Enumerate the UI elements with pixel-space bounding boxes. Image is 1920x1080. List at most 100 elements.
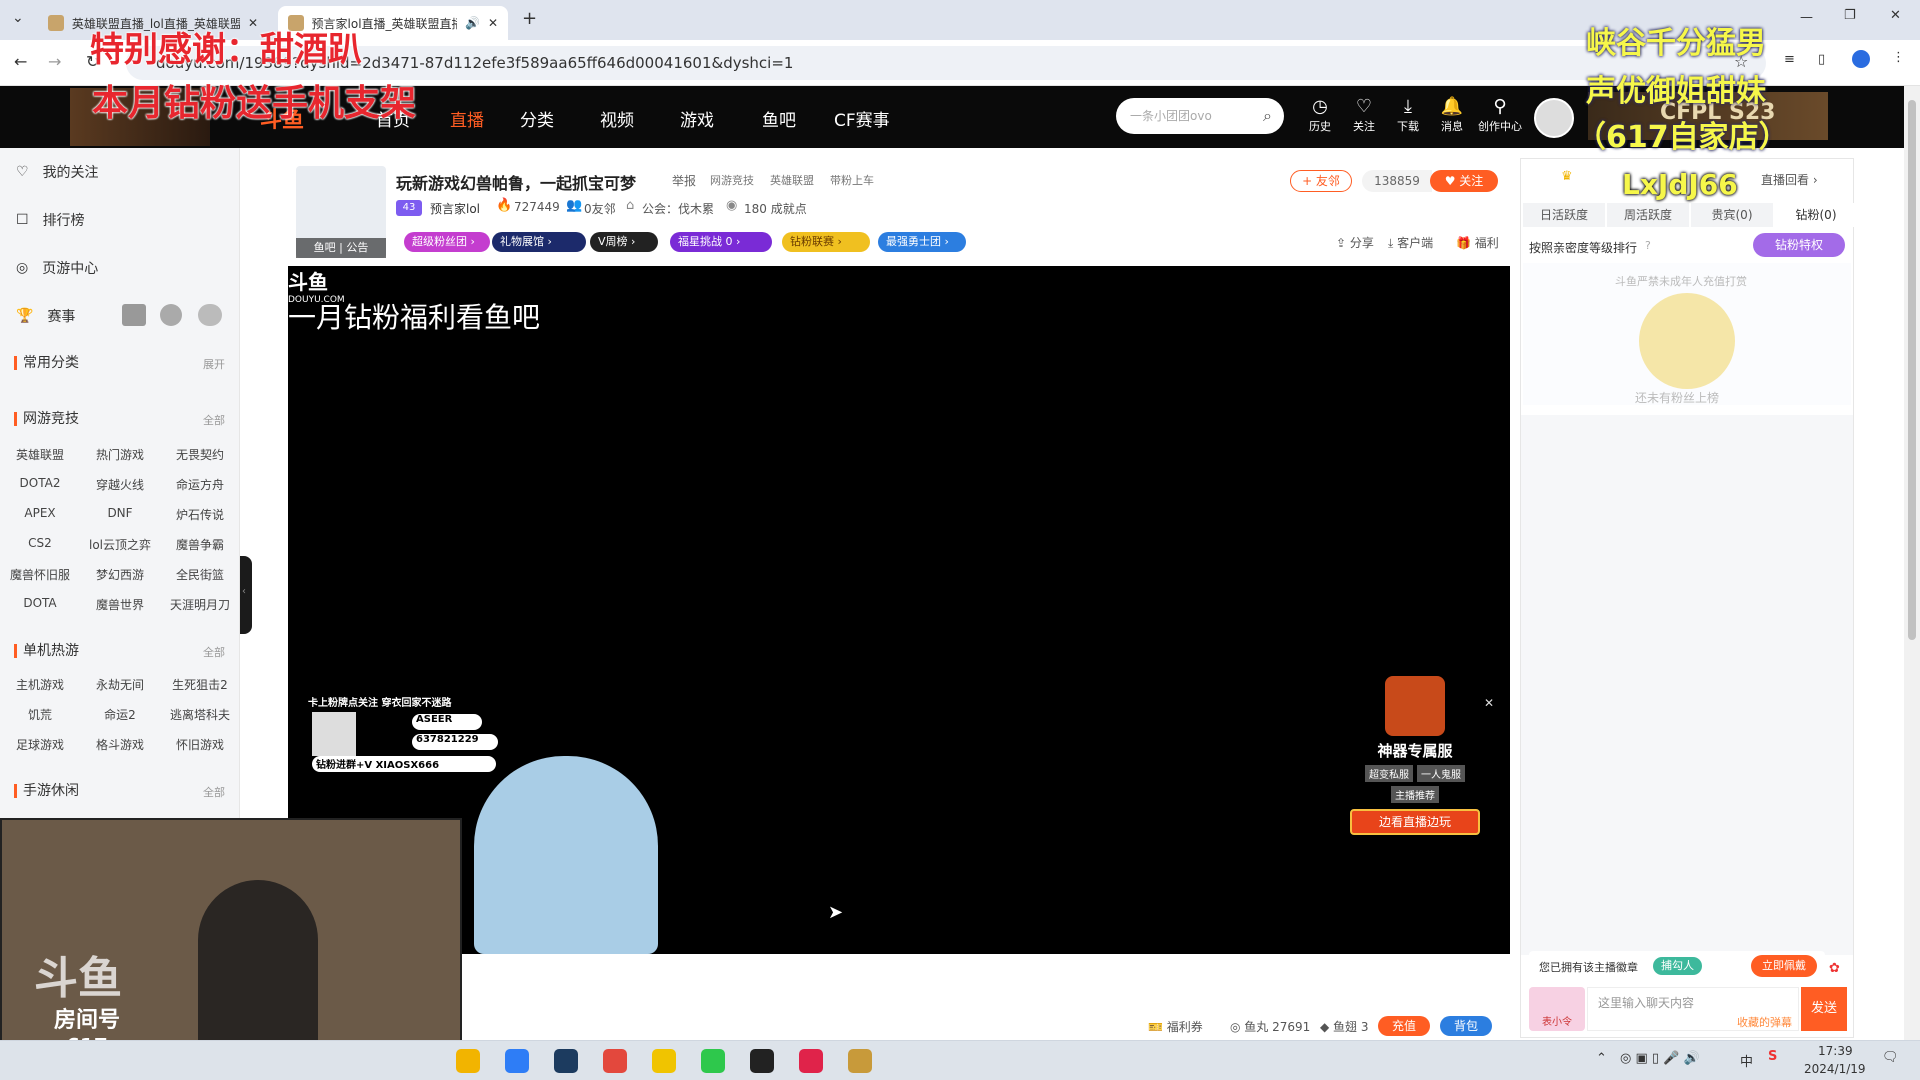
- tab-daily[interactable]: 日活跃度: [1523, 203, 1605, 227]
- expand-link[interactable]: 展开: [203, 356, 225, 372]
- sidepanel-icon[interactable]: ▯: [1818, 52, 1825, 67]
- report-link[interactable]: 举报: [672, 172, 696, 189]
- wear-now-button[interactable]: 立即佩戴: [1751, 955, 1817, 977]
- game-link[interactable]: 饥荒: [0, 706, 80, 723]
- stream-badge[interactable]: 福星挑战 0 ›: [670, 232, 772, 252]
- game-link[interactable]: DNF: [80, 506, 160, 520]
- search-icon[interactable]: ⌕: [1263, 98, 1272, 134]
- saved-danmaku-link[interactable]: 收藏的弹幕: [1737, 1014, 1792, 1030]
- nav-live[interactable]: 直播: [450, 106, 484, 131]
- notification-icon[interactable]: 🗨: [1882, 1050, 1899, 1065]
- game-link[interactable]: 生死狙击2: [160, 676, 240, 693]
- game-link[interactable]: 魔兽世界: [80, 596, 160, 613]
- new-tab-icon[interactable]: +: [522, 8, 537, 29]
- replay-link[interactable]: 直播回看 ›: [1761, 171, 1818, 188]
- game-link[interactable]: 怀旧游戏: [160, 736, 240, 753]
- game-link[interactable]: DOTA: [0, 596, 80, 610]
- stream-badge[interactable]: 钻粉联赛 ›: [782, 232, 870, 252]
- ad-close-icon[interactable]: ✕: [1484, 696, 1494, 710]
- nav-creator[interactable]: ⚲ 创作中心: [1476, 96, 1524, 134]
- page-scrollbar[interactable]: [1904, 86, 1920, 1040]
- game-link[interactable]: lol云顶之弈: [80, 536, 160, 553]
- nav-history[interactable]: ◷ 历史: [1300, 96, 1340, 134]
- game-link[interactable]: 命运2: [80, 706, 160, 723]
- restore-icon[interactable]: ❐: [1844, 8, 1856, 23]
- streamer-name[interactable]: 预言家lol: [430, 200, 480, 217]
- tab-vip[interactable]: 贵宾(0): [1691, 203, 1773, 227]
- game-link[interactable]: 热门游戏: [80, 446, 160, 463]
- taskbar-app-icon[interactable]: [848, 1049, 872, 1073]
- all-link[interactable]: 全部: [203, 412, 225, 428]
- stream-badge[interactable]: 最强勇士团 ›: [878, 232, 966, 252]
- guild-label[interactable]: 公会：伐木累: [642, 200, 714, 217]
- tray-chevron-icon[interactable]: ⌃: [1596, 1051, 1607, 1066]
- game-link[interactable]: 魔兽怀旧服: [0, 566, 80, 583]
- chat-input[interactable]: 这里输入聊天内容 收藏的弹幕: [1587, 987, 1799, 1031]
- sidebar-item-ranking[interactable]: ☐ 排行榜: [16, 210, 85, 230]
- search-input[interactable]: 一条小团团ovo ⌕: [1116, 98, 1284, 134]
- game-link[interactable]: APEX: [0, 506, 80, 520]
- taskbar-app-icon[interactable]: [750, 1049, 774, 1073]
- event-logo-icon[interactable]: [122, 304, 146, 326]
- avatar-tabs[interactable]: 鱼吧 | 公告: [296, 238, 386, 258]
- game-link[interactable]: 穿越火线: [80, 476, 160, 493]
- video-player[interactable]: 斗鱼 DOUYU.COM 一月钻粉福利看鱼吧 卡上粉牌点关注 穿衣回家不迷路 A…: [288, 266, 1510, 954]
- nav-video[interactable]: 视频: [600, 106, 634, 131]
- game-ad[interactable]: 神器专属服 超变私服 一人鬼服 主播推荐 边看直播边玩: [1350, 676, 1480, 846]
- breadcrumb-3[interactable]: 带粉上车: [830, 172, 874, 188]
- taskbar-app-icon[interactable]: [652, 1049, 676, 1073]
- nav-follow[interactable]: ♡ 关注: [1344, 96, 1384, 134]
- nav-messages[interactable]: 🔔 消息: [1432, 96, 1472, 134]
- nav-download[interactable]: ⤓ 下载: [1388, 96, 1428, 134]
- forward-icon[interactable]: →: [48, 52, 61, 71]
- nav-fishbar[interactable]: 鱼吧: [762, 106, 796, 131]
- breadcrumb-1[interactable]: 网游竞技: [710, 172, 754, 188]
- follow-button[interactable]: ♥ 关注: [1430, 170, 1498, 192]
- client-link[interactable]: ⤓ 客户端: [1388, 234, 1433, 251]
- game-link[interactable]: 格斗游戏: [80, 736, 160, 753]
- ime-icon[interactable]: S: [1768, 1049, 1777, 1064]
- sidebar-item-events[interactable]: 🏆 赛事: [16, 306, 75, 326]
- taskbar-app-icon[interactable]: [554, 1049, 578, 1073]
- game-link[interactable]: CS2: [0, 536, 80, 550]
- help-icon[interactable]: ?: [1645, 239, 1651, 252]
- game-link[interactable]: 炉石传说: [160, 506, 240, 523]
- recharge-button[interactable]: 充值: [1378, 1016, 1430, 1036]
- sidebar-item-webgames[interactable]: ◎ 页游中心: [16, 258, 98, 278]
- tab-list-chevron-icon[interactable]: ⌄: [12, 10, 24, 26]
- all-link[interactable]: 全部: [203, 644, 225, 660]
- taskbar-app-icon[interactable]: [505, 1049, 529, 1073]
- tab-close-icon[interactable]: ✕: [488, 16, 498, 30]
- back-icon[interactable]: ←: [14, 52, 27, 71]
- game-link[interactable]: 主机游戏: [0, 676, 80, 693]
- game-link[interactable]: 永劫无间: [80, 676, 160, 693]
- media-control-icon[interactable]: ≡: [1784, 52, 1795, 67]
- game-link[interactable]: 逃离塔科夫: [160, 706, 240, 723]
- tab-diamond[interactable]: 钻粉(0): [1775, 203, 1857, 227]
- game-link[interactable]: 梦幻西游: [80, 566, 160, 583]
- welfare-link[interactable]: 🎁 福利: [1456, 234, 1499, 251]
- game-link[interactable]: 天涯明月刀: [160, 596, 240, 613]
- share-link[interactable]: ⇪ 分享: [1336, 234, 1374, 251]
- add-friend-button[interactable]: + 友邻: [1290, 170, 1352, 192]
- input-language[interactable]: 中: [1740, 1051, 1753, 1070]
- event-logo-icon[interactable]: [160, 304, 182, 326]
- sidebar-collapse-button[interactable]: ‹: [240, 556, 252, 634]
- dota2-logo-icon[interactable]: [198, 304, 222, 326]
- sidebar-item-follow[interactable]: ♡ 我的关注: [16, 162, 99, 182]
- clock-date[interactable]: 2024/1/19: [1804, 1062, 1866, 1076]
- nav-cf-events[interactable]: CF赛事: [834, 106, 890, 131]
- menu-icon[interactable]: ⋮: [1892, 50, 1905, 65]
- game-link[interactable]: 英雄联盟: [0, 446, 80, 463]
- nav-category[interactable]: 分类: [520, 106, 554, 131]
- chat-user-avatar[interactable]: 表小令: [1529, 987, 1585, 1031]
- welfare-ticket[interactable]: 🎫 福利券: [1148, 1018, 1203, 1035]
- close-window-icon[interactable]: ✕: [1890, 8, 1901, 23]
- profile-icon[interactable]: [1852, 50, 1870, 68]
- breadcrumb-2[interactable]: 英雄联盟: [770, 172, 814, 188]
- stream-badge[interactable]: 超级粉丝团 ›: [404, 232, 490, 252]
- taskbar-app-icon[interactable]: [456, 1049, 480, 1073]
- stream-badge[interactable]: 礼物展馆 ›: [492, 232, 586, 252]
- game-link[interactable]: DOTA2: [0, 476, 80, 490]
- clock-time[interactable]: 17:39: [1818, 1044, 1853, 1058]
